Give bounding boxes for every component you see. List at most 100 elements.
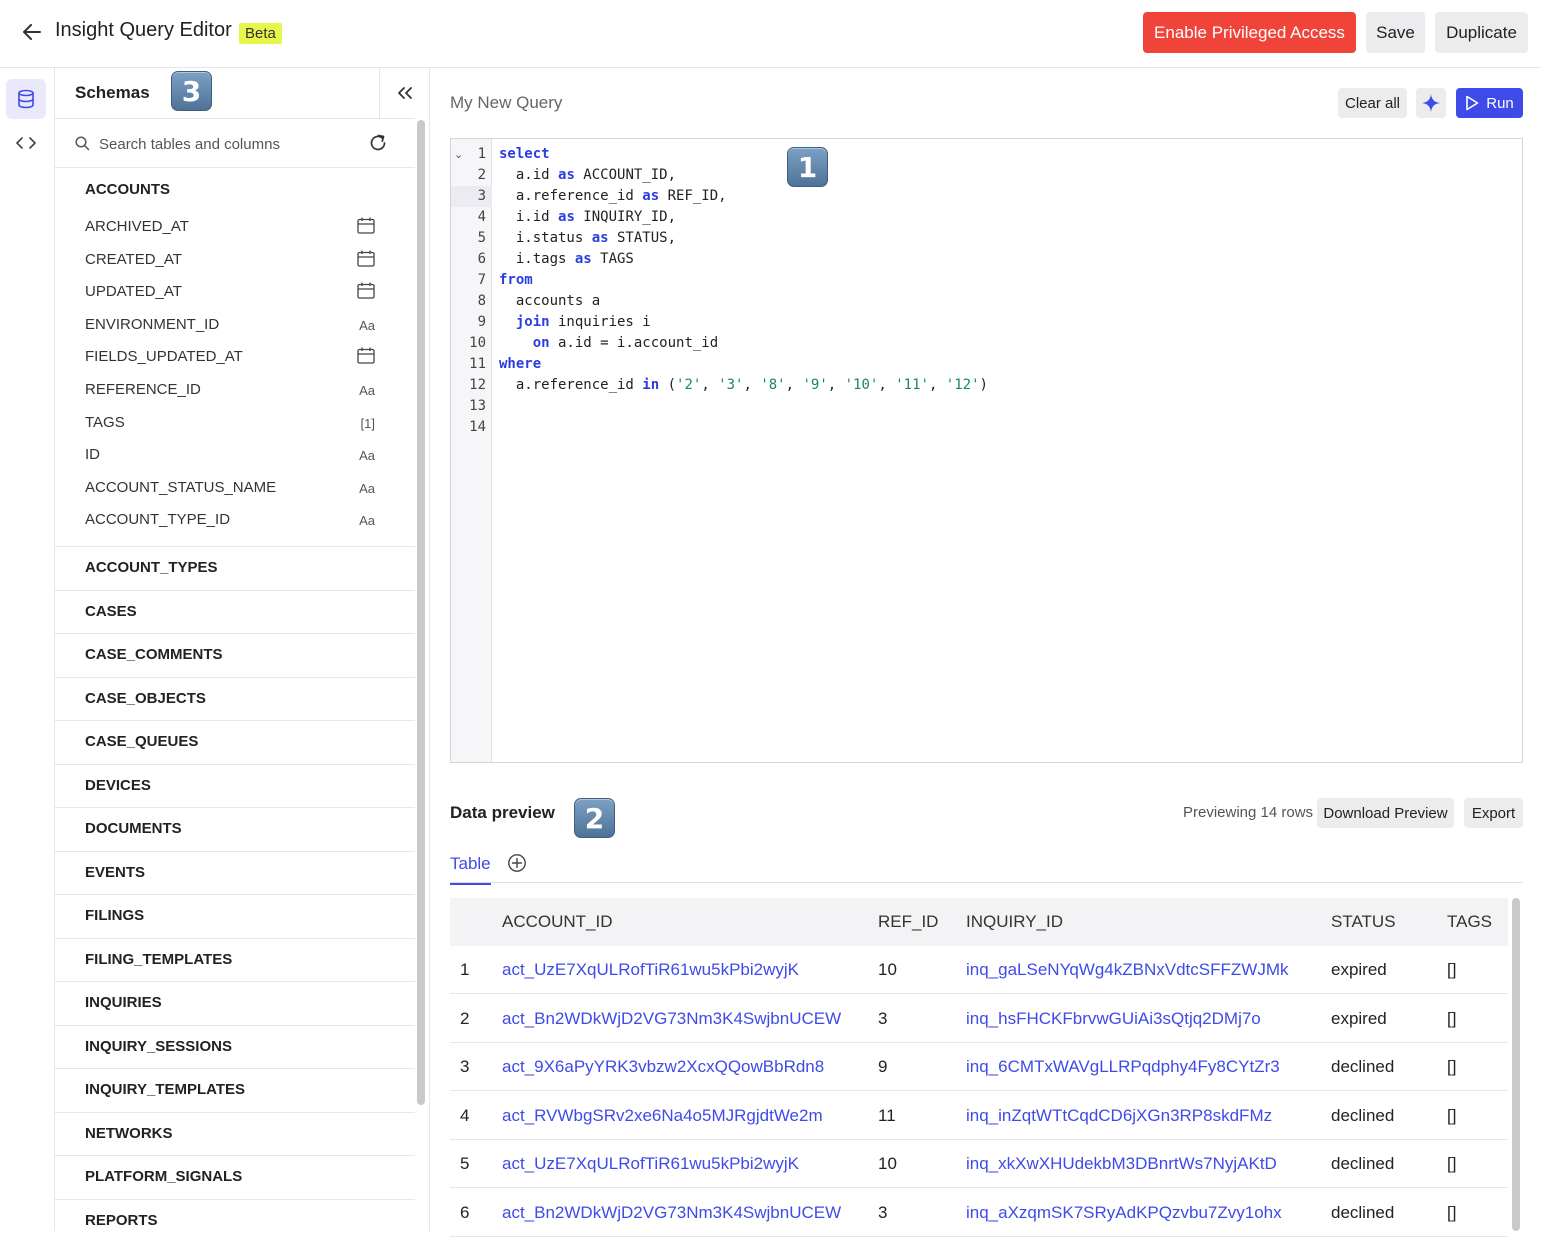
sparkle-icon[interactable] [1416,88,1446,118]
table-name: INQUIRY_SESSIONS [85,1037,232,1055]
table-item[interactable]: CASE_QUEUES [55,720,415,763]
cell-link[interactable]: inq_aXzqmSK7SRyAdKPQzvbu7Zvy1ohx [966,1203,1282,1223]
fold-chevron-icon[interactable]: ⌄ [454,148,463,161]
table-cell: [] [1447,960,1457,979]
column-item[interactable]: ARCHIVED_AT [85,217,375,240]
table-name: ACCOUNT_TYPES [85,559,218,576]
column-item[interactable]: ID Aa [85,446,375,468]
column-item[interactable]: FIELDS_UPDATED_AT [85,347,375,370]
calendar-icon [357,347,375,367]
table-cell: 1 [460,960,470,979]
column-item[interactable]: ENVIRONMENT_ID Aa [85,316,375,338]
column-header[interactable]: TAGS [1447,912,1492,932]
table-accounts[interactable]: ACCOUNTS [85,181,170,198]
table-cell: 10 [878,960,897,979]
table-item[interactable]: INQUIRY_TEMPLATES [55,1068,415,1111]
search-input[interactable] [99,131,359,157]
refresh-icon[interactable] [368,133,388,158]
schema-header: Schemas 3 [55,68,429,118]
cell-link[interactable]: act_Bn2WDkWjD2VG73Nm3K4SwjbnUCEW [502,1009,841,1029]
line-number: 8 [477,293,486,309]
marker-3: 3 [171,71,212,111]
column-header[interactable]: ACCOUNT_ID [502,912,613,932]
cell-link[interactable]: inq_xkXwXHUdekbM3DBnrtWs7NyjAKtD [966,1154,1277,1174]
cell-link[interactable]: act_Bn2WDkWjD2VG73Nm3K4SwjbnUCEW [502,1203,841,1223]
clear-all-button[interactable]: Clear all [1338,88,1407,118]
table-cell: 4 [460,1105,470,1125]
column-item[interactable]: TAGS [1] [85,414,375,436]
table-row[interactable]: 6 act_Bn2WDkWjD2VG73Nm3K4SwjbnUCEW 3 inq_aX… [450,1189,1508,1237]
column-item[interactable]: ACCOUNT_TYPE_ID Aa [85,511,375,533]
cell-link[interactable]: inq_inZqtWTtCqdCD6jXGn3RP8skdFMz [966,1106,1272,1126]
save-button[interactable]: Save [1366,12,1425,53]
column-header[interactable]: INQUIRY_ID [966,912,1063,932]
table-cell: declined [1331,1105,1395,1125]
tab-table[interactable]: Table [450,854,491,885]
table-cell: declined [1331,1154,1395,1173]
table-row[interactable]: 2 act_Bn2WDkWjD2VG73Nm3K4SwjbnUCEW 3 inq_hs… [450,995,1508,1043]
enable-privileged-access-button[interactable]: Enable Privileged Access [1143,12,1356,53]
table-item[interactable]: CASE_COMMENTS [55,633,415,676]
column-header[interactable]: STATUS [1331,912,1396,932]
page-title: Insight Query Editor [55,19,232,41]
download-preview-button[interactable]: Download Preview [1317,798,1454,828]
collapse-panel-icon[interactable] [379,68,429,118]
column-name: ARCHIVED_AT [85,218,189,235]
run-button[interactable]: Run [1456,88,1523,118]
table-name: REPORTS [85,1211,158,1229]
table-name: EVENTS [85,863,146,881]
cell-link[interactable]: inq_6CMTxWAVgLLRPqdphy4Fy8CYtZr3 [966,1057,1280,1077]
table-item[interactable]: EVENTS [55,850,415,894]
line-number: 6 [477,251,486,267]
table-item[interactable]: PLATFORM_SIGNALS [55,1155,415,1198]
export-button[interactable]: Export [1464,798,1523,828]
table-item[interactable]: CASE_OBJECTS [55,676,415,720]
table-item[interactable]: INQUIRIES [55,981,415,1024]
cell-link[interactable]: act_UzE7XqULRofTiR61wu5kPbi2wyjK [502,1154,799,1174]
table-cell: expired [1331,960,1387,979]
add-tab-icon[interactable] [507,853,527,878]
code-icon[interactable] [6,123,46,163]
sql-editor[interactable]: ⌄ 1 2 3 4 5 6 7 8 9 10 11 12 13 14 select a.id as ACC… [450,138,1523,763]
sql-code[interactable]: select a.id as ACCOUNT_ID, a.reference_i… [499,144,988,396]
text-type-icon: Aa [359,317,375,333]
table-item[interactable]: NETWORKS [55,1111,415,1155]
table-item[interactable]: FILINGS [55,894,415,937]
table-row[interactable]: 5 act_UzE7XqULRofTiR61wu5kPbi2wyjK 10 inq_x… [450,1140,1508,1188]
table-item[interactable]: CASES [55,589,415,633]
table-row[interactable]: 3 act_9X6aPyYRK3vbzw2XcxQQowBbRdn8 9 inq_6C… [450,1043,1508,1091]
preview-tabs: Table [450,846,1523,885]
cell-link[interactable]: act_RVWbgSRv2xe6Na4o5MJRgjdtWe2m [502,1106,823,1126]
table-item[interactable]: DEVICES [55,763,415,807]
table-name: CASE_OBJECTS [85,689,206,707]
cell-link[interactable]: inq_gaLSeNYqWg4kZBNxVdtcSFFZWJMk [966,960,1288,980]
column-item[interactable]: REFERENCE_ID Aa [85,381,375,403]
cell-link[interactable]: act_UzE7XqULRofTiR61wu5kPbi2wyjK [502,960,799,980]
database-icon[interactable] [6,79,46,119]
schema-scrollbar[interactable] [417,120,425,1105]
table-cell: [] [1447,1202,1457,1222]
table-item[interactable]: INQUIRY_SESSIONS [55,1024,415,1068]
table-item[interactable]: REPORTS [55,1198,415,1232]
column-item[interactable]: CREATED_AT [85,250,375,273]
table-cell: expired [1331,1008,1387,1028]
query-name[interactable]: My New Query [450,93,562,113]
table-cell: declined [1331,1057,1395,1076]
table-item[interactable]: ACCOUNT_TYPES [55,546,415,589]
table-name: CASE_COMMENTS [85,646,223,663]
cell-link[interactable]: inq_hsFHCKFbrvwGUiAi3sQtjq2DMj7o [966,1009,1261,1029]
table-item[interactable]: DOCUMENTS [55,807,415,850]
table-row[interactable]: 4 act_RVWbgSRv2xe6Na4o5MJRgjdtWe2m 11 inq_i… [450,1092,1508,1140]
duplicate-button[interactable]: Duplicate [1435,12,1528,53]
top-bar: Insight Query Editor Beta Enable Privile… [0,0,1541,68]
line-number: 1 [477,146,486,162]
back-arrow-icon[interactable] [20,20,44,44]
cell-link[interactable]: act_9X6aPyYRK3vbzw2XcxQQowBbRdn8 [502,1057,824,1077]
column-item[interactable]: UPDATED_AT [85,282,375,305]
column-header[interactable]: REF_ID [878,912,938,932]
line-number: 4 [477,209,486,225]
table-item[interactable]: FILING_TEMPLATES [55,937,415,981]
table-row[interactable]: 1 act_UzE7XqULRofTiR61wu5kPbi2wyjK 10 inq_g… [450,946,1508,994]
column-item[interactable]: ACCOUNT_STATUS_NAME Aa [85,479,375,501]
results-scrollbar[interactable] [1512,898,1520,1231]
